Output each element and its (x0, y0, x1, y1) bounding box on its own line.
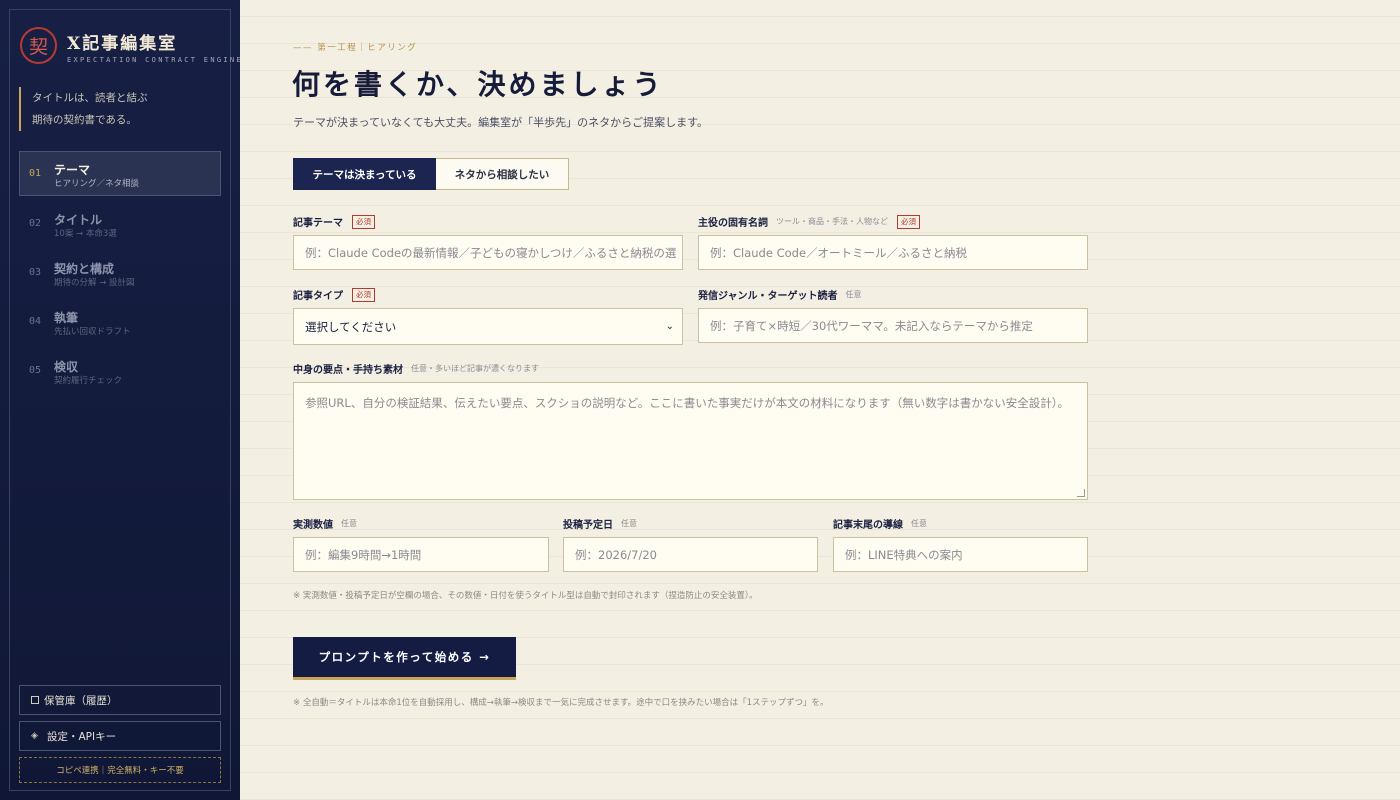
type-label: 記事タイプ 必須 (293, 287, 375, 302)
chevron-down-icon: ⌄ (665, 321, 674, 332)
genre-hint: 任意 (845, 290, 862, 299)
step-title: テーマ (54, 163, 91, 177)
auto-mode-note: ※ 全自動＝タイトルは本命1位を自動採用し、構成→執筆→検収まで一気に完成させま… (293, 698, 829, 708)
sidebar: 契 X記事編集室 EXPECTATION CONTRACT ENGINE タイト… (0, 0, 243, 800)
material-placeholder: 参照URL、自分の検証結果、伝えたい要点、スクショの説明など。ここに書いた事実だ… (305, 396, 1069, 410)
date-input[interactable]: 例：2026/7/20 (563, 537, 818, 572)
sidebar-step-theme[interactable]: 01 テーマ ヒアリング／ネタ相談 (19, 151, 221, 196)
ending-label: 記事末尾の導線 任意 (833, 516, 927, 531)
step-title: 検収 (54, 360, 79, 374)
sidebar-step-writing[interactable]: 04 執筆 先払い回収ドラフト (19, 299, 221, 344)
step-description: 期待の分解 → 設計図 (54, 278, 135, 288)
genre-input[interactable]: 例：子育て×時短／30代ワーママ。未記入ならテーマから推定 (698, 308, 1088, 343)
sidebar-step-title[interactable]: 02 タイトル 10案 → 本命3選 (19, 201, 221, 246)
theme-input[interactable]: 例：Claude Codeの最新情報／子どもの寝かしつけ／ふるさと納税の選 (293, 235, 683, 270)
ending-input[interactable]: 例：LINE特典への案内 (833, 537, 1088, 572)
step-title: 執筆 (54, 311, 79, 325)
date-label: 投稿予定日 任意 (563, 516, 637, 531)
material-textarea[interactable]: 参照URL、自分の検証結果、伝えたい要点、スクショの説明など。ここに書いた事実だ… (293, 382, 1088, 500)
copy-paste-note: コピペ連携｜完全無料・キー不要 (19, 757, 221, 783)
noun-label: 主役の固有名詞 ツール・商品・手法・人物など 必須 (698, 214, 920, 229)
noun-label-text: 主役の固有名詞 (698, 218, 768, 229)
settings-button[interactable]: ◈ 設定・APIキー (19, 721, 221, 751)
type-label-text: 記事タイプ (293, 291, 343, 302)
measured-label-text: 実測数値 (293, 520, 333, 531)
step-title: 契約と構成 (54, 262, 115, 276)
step-title: タイトル (54, 213, 103, 227)
step-number: 03 (29, 267, 42, 278)
ending-label-text: 記事末尾の導線 (833, 520, 903, 531)
material-label: 中身の要点・手持ち素材 任意・多いほど記事が濃くなります (293, 361, 539, 376)
genre-label-text: 発信ジャンル・ターゲット読者 (698, 291, 838, 302)
step-number: 04 (29, 316, 42, 327)
tagline-line-2: 期待の契約書である。 (32, 114, 137, 126)
step-description: 契約履行チェック (54, 376, 123, 386)
safety-note: ※ 実測数値・投稿予定日が空欄の場合、その数値・日付を使うタイトル型は自動で封印… (293, 591, 758, 601)
measured-hint: 任意 (341, 519, 357, 528)
required-badge: 必須 (352, 287, 375, 302)
theme-label-text: 記事テーマ (293, 218, 343, 229)
ending-hint: 任意 (911, 519, 927, 528)
brand-seal-icon: 契 (20, 27, 57, 64)
app-title: X記事編集室 (67, 34, 178, 54)
required-badge: 必須 (897, 214, 920, 229)
tab-theme-decided[interactable]: テーマは決まっている (293, 158, 436, 190)
page-subtitle: テーマが決まっていなくても大丈夫。編集室が「半歩先」のネタからご提案します。 (293, 116, 709, 129)
sidebar-step-inspection[interactable]: 05 検収 契約履行チェック (19, 348, 221, 393)
app-subtitle: EXPECTATION CONTRACT ENGINE (67, 56, 243, 64)
resize-handle-icon[interactable] (1077, 489, 1085, 497)
theme-label: 記事テーマ 必須 (293, 214, 375, 229)
measured-input[interactable]: 例：編集9時間→1時間 (293, 537, 549, 572)
material-hint: 任意・多いほど記事が濃くなります (411, 364, 539, 373)
material-label-text: 中身の要点・手持ち素材 (293, 365, 403, 376)
type-select[interactable]: 選択してください ⌄ (293, 308, 683, 345)
vault-button[interactable]: 保管庫（履歴） (19, 685, 221, 715)
step-description: ヒアリング／ネタ相談 (54, 179, 140, 189)
sidebar-step-contract[interactable]: 03 契約と構成 期待の分解 → 設計図 (19, 250, 221, 295)
box-icon (31, 696, 39, 704)
settings-label: 設定・APIキー (47, 730, 117, 743)
mode-tabs: テーマは決まっている ネタから相談したい (293, 158, 569, 190)
step-number: 05 (29, 365, 42, 376)
page-title: 何を書くか、決めましょう (292, 68, 664, 101)
start-prompt-button[interactable]: プロンプトを作って始める → (293, 637, 516, 680)
step-eyebrow: —— 第一工程｜ヒアリング (293, 43, 418, 53)
main-content: —— 第一工程｜ヒアリング 何を書くか、決めましょう テーマが決まっていなくても… (240, 0, 1400, 800)
noun-input[interactable]: 例：Claude Code／オートミール／ふるさと納税 (698, 235, 1088, 270)
noun-hint: ツール・商品・手法・人物など (776, 217, 888, 226)
step-description: 先払い回収ドラフト (54, 327, 131, 337)
tagline-line-1: タイトルは、読者と結ぶ (32, 92, 148, 104)
diamond-icon: ◈ (31, 731, 38, 741)
step-number: 02 (29, 218, 42, 229)
date-hint: 任意 (621, 519, 637, 528)
measured-label: 実測数値 任意 (293, 516, 357, 531)
vault-label: 保管庫（履歴） (44, 694, 118, 707)
tab-consult-topic[interactable]: ネタから相談したい (436, 158, 569, 190)
step-number: 01 (29, 168, 42, 179)
type-select-value: 選択してください (305, 319, 397, 334)
date-label-text: 投稿予定日 (563, 520, 613, 531)
step-description: 10案 → 本命3選 (54, 229, 117, 239)
genre-label: 発信ジャンル・ターゲット読者 任意 (698, 287, 862, 302)
required-badge: 必須 (352, 214, 375, 229)
tagline: タイトルは、読者と結ぶ 期待の契約書である。 (19, 87, 219, 131)
